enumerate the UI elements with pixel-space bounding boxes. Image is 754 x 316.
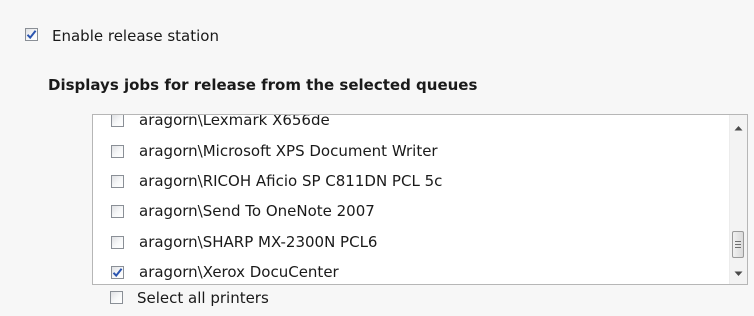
list-item-queue[interactable]: aragorn\RICOH Aficio SP C811DN PCL 5c — [93, 167, 730, 197]
vertical-scrollbar[interactable] — [729, 115, 747, 284]
queue-checkbox[interactable] — [111, 205, 124, 218]
queue-listbox[interactable]: aragorn\Lexmark X656de aragorn\Microsoft… — [92, 114, 748, 285]
queue-label: aragorn\Send To OneNote 2007 — [139, 202, 375, 220]
queue-checkbox[interactable] — [111, 266, 124, 279]
queue-list: aragorn\Lexmark X656de aragorn\Microsoft… — [93, 115, 730, 284]
scroll-down-arrow-icon[interactable] — [730, 265, 747, 282]
queue-label: aragorn\Lexmark X656de — [139, 115, 330, 129]
list-item-queue[interactable]: aragorn\Send To OneNote 2007 — [93, 197, 730, 227]
select-all-printers-label[interactable]: Select all printers — [137, 289, 269, 307]
queue-label: aragorn\RICOH Aficio SP C811DN PCL 5c — [139, 172, 443, 190]
checkmark-icon — [26, 30, 37, 40]
list-item-queue[interactable]: aragorn\Microsoft XPS Document Writer — [93, 137, 730, 167]
list-item-queue[interactable]: aragorn\Xerox DocuCenter — [93, 258, 730, 284]
scroll-up-arrow-icon[interactable] — [730, 119, 747, 136]
queue-checkbox[interactable] — [111, 175, 124, 188]
select-all-printers-checkbox[interactable] — [110, 291, 123, 304]
queue-checkbox[interactable] — [111, 236, 124, 249]
queue-label: aragorn\SHARP MX-2300N PCL6 — [139, 233, 378, 251]
enable-release-station-label[interactable]: Enable release station — [52, 27, 219, 45]
queue-label: aragorn\Microsoft XPS Document Writer — [139, 142, 438, 160]
queues-section-heading: Displays jobs for release from the selec… — [48, 76, 478, 94]
scrollbar-thumb[interactable] — [732, 231, 744, 258]
checkmark-icon — [112, 268, 123, 278]
queue-label: aragorn\Xerox DocuCenter — [139, 263, 339, 281]
queue-checkbox[interactable] — [111, 115, 124, 127]
enable-release-station-checkbox[interactable] — [25, 28, 38, 41]
list-item-queue[interactable]: aragorn\Lexmark X656de — [93, 115, 730, 136]
list-item-queue[interactable]: aragorn\SHARP MX-2300N PCL6 — [93, 228, 730, 258]
queue-checkbox[interactable] — [111, 145, 124, 158]
